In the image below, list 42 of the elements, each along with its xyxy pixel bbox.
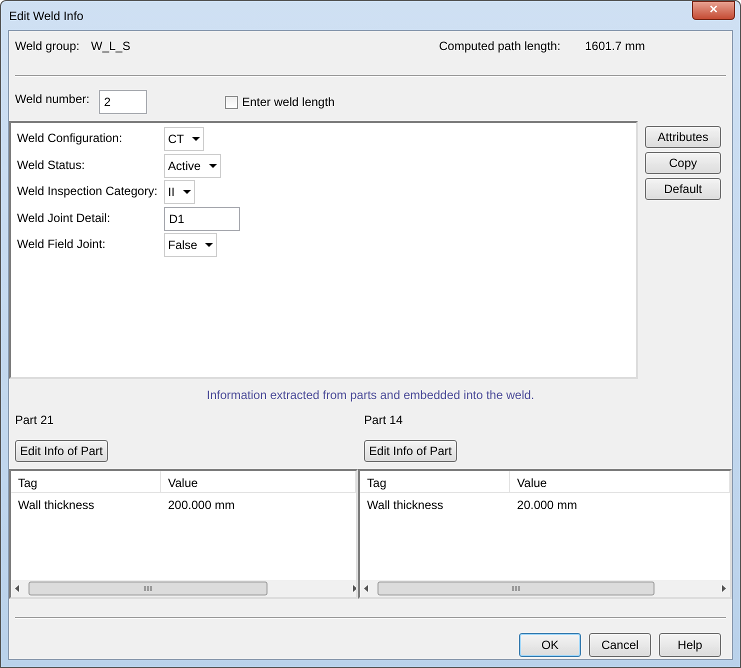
caret-icon bbox=[205, 243, 214, 247]
info-text: Information extracted from parts and embedded into the weld. bbox=[206, 388, 534, 402]
attribute-label: Weld Field Joint: bbox=[17, 236, 106, 253]
dialog-button[interactable]: OK bbox=[519, 633, 581, 657]
checkbox-label[interactable]: Enter weld length bbox=[242, 93, 335, 111]
dropdown[interactable]: CT bbox=[164, 127, 204, 151]
side-button[interactable]: Copy bbox=[645, 152, 721, 174]
part-title: Part 14 bbox=[364, 413, 403, 427]
table-cell-text: Wall thickness bbox=[17, 497, 96, 514]
column-header[interactable]: Tag bbox=[11, 471, 161, 492]
attribute-label: Weld Inspection Category: bbox=[17, 183, 159, 200]
field-label: Weld number: bbox=[15, 91, 90, 108]
part-title: Part 21 bbox=[15, 413, 54, 427]
window-title: Edit Weld Info bbox=[8, 8, 84, 24]
attribute-label: Weld Status: bbox=[17, 156, 86, 174]
dropdown[interactable]: II bbox=[164, 180, 195, 204]
field-label: Weld group: bbox=[15, 38, 80, 55]
attribute-label: Weld Joint Detail: bbox=[17, 210, 112, 226]
caret-icon bbox=[208, 164, 217, 168]
caret-icon bbox=[192, 137, 200, 141]
side-button[interactable]: Default bbox=[645, 178, 721, 200]
field-value: 1601.7 mm bbox=[585, 38, 646, 55]
side-button[interactable]: Attributes bbox=[645, 126, 721, 148]
column-header[interactable]: Value bbox=[510, 471, 730, 492]
attribute-label: Weld Configuration: bbox=[17, 130, 124, 147]
column-header[interactable]: Tag bbox=[360, 471, 510, 492]
edit-part-button[interactable]: Edit Info of Part bbox=[15, 440, 108, 462]
field-value: W_L_S bbox=[91, 38, 132, 55]
field-label: Computed path length: bbox=[439, 38, 562, 55]
checkbox[interactable] bbox=[225, 96, 238, 108]
caret-icon bbox=[182, 190, 191, 194]
dialog-button[interactable]: Cancel bbox=[589, 633, 651, 657]
column-header[interactable]: Value bbox=[161, 471, 356, 492]
dialog-button[interactable]: Help bbox=[659, 633, 721, 657]
table-cell-text: 20.000 mm bbox=[516, 497, 578, 514]
weld-number-field[interactable]: 2 bbox=[99, 90, 147, 114]
edit-part-button[interactable]: Edit Info of Part bbox=[364, 440, 457, 462]
dropdown[interactable]: Active bbox=[164, 154, 221, 178]
table-cell-text: Wall thickness bbox=[366, 497, 444, 514]
table-cell-text: 200.000 mm bbox=[167, 497, 236, 514]
dropdown[interactable]: False bbox=[164, 233, 218, 257]
text-field[interactable]: D1 bbox=[164, 206, 240, 230]
